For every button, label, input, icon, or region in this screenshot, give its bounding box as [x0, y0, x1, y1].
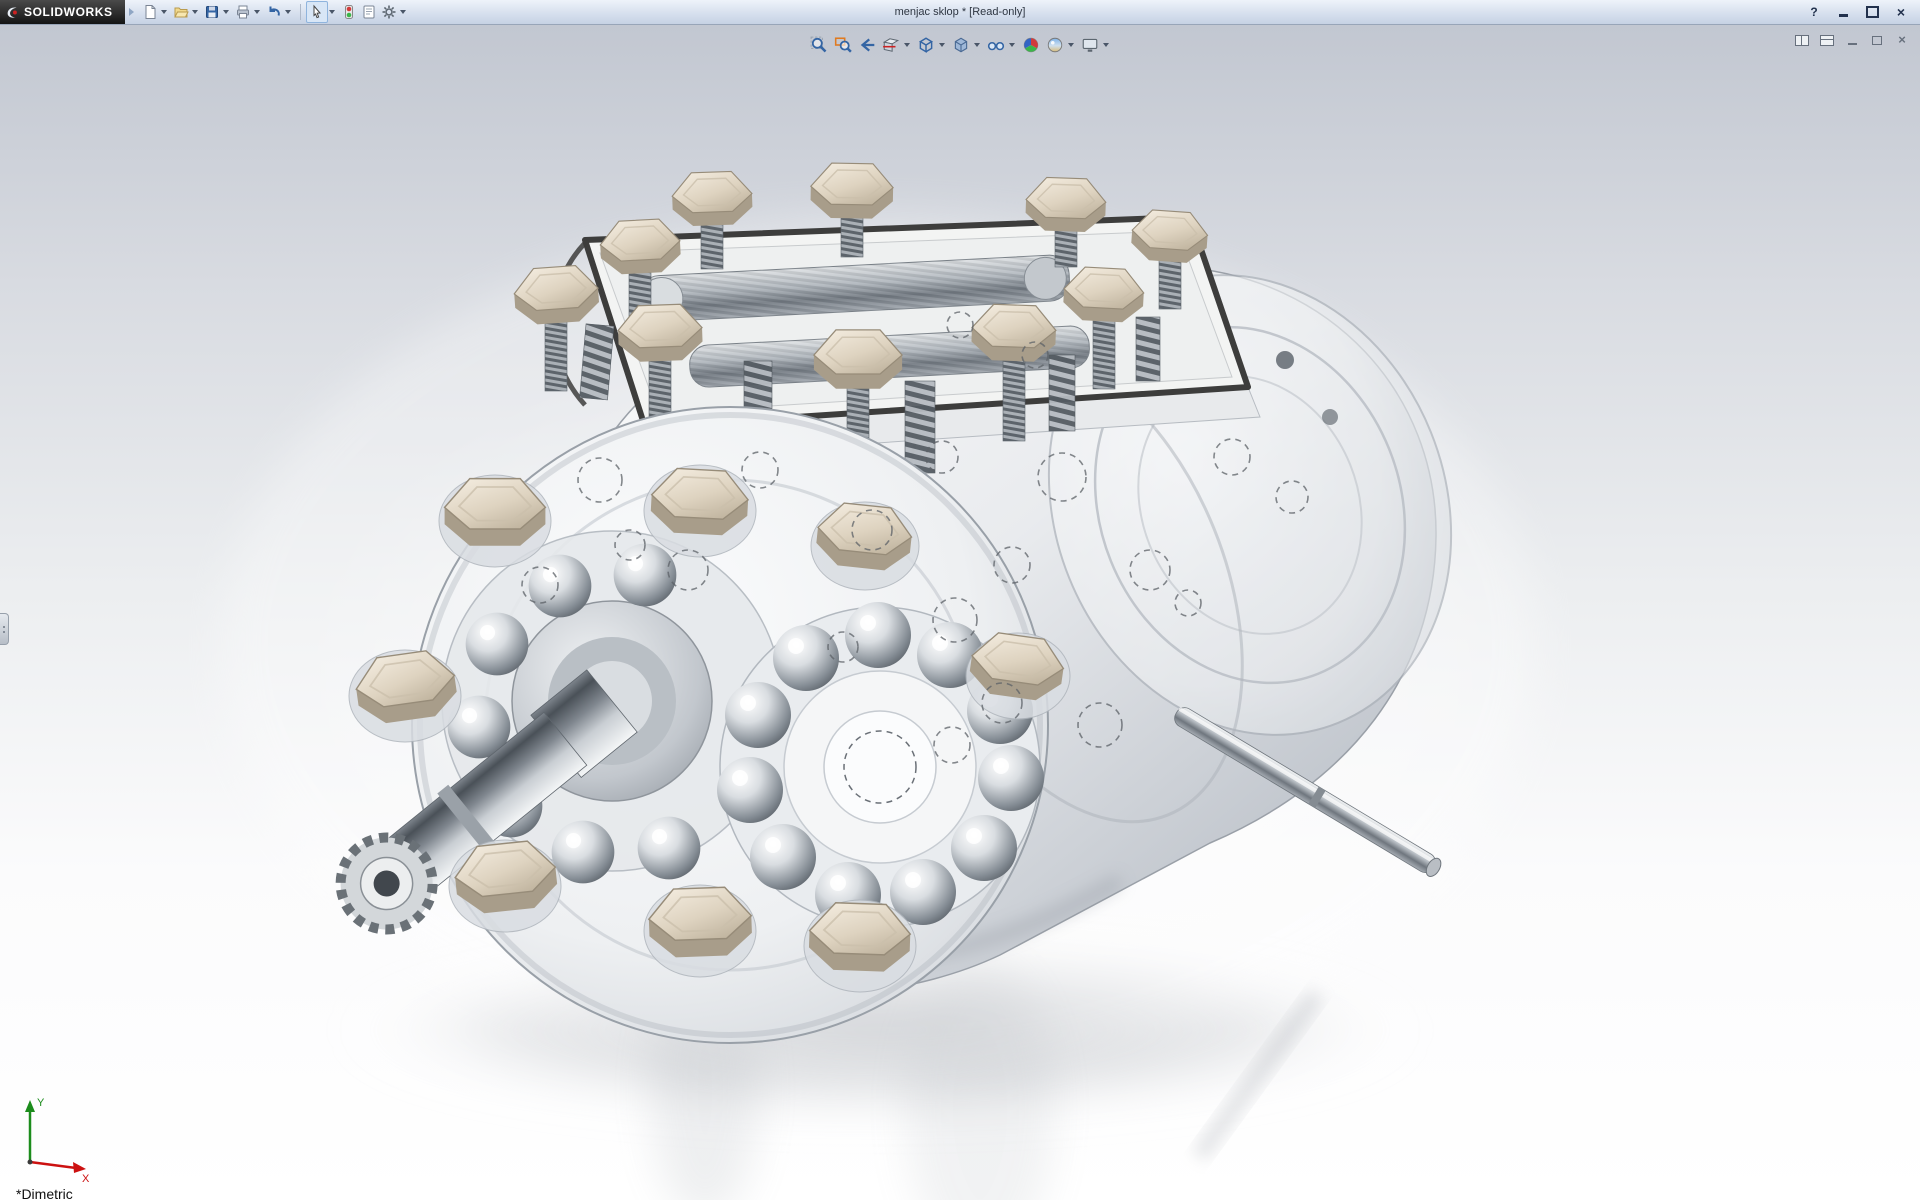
- apply-scene-ball-icon: [1046, 36, 1064, 54]
- undo-button[interactable]: [264, 2, 284, 22]
- restore-icon: [1866, 6, 1879, 18]
- select-cursor-icon: [309, 4, 325, 20]
- undo-icon: [266, 4, 282, 20]
- options-gear-icon: [381, 4, 397, 20]
- tile-vertically-button[interactable]: [1794, 33, 1810, 47]
- solidworks-logo-icon: [6, 6, 19, 19]
- menu-expand-icon[interactable]: [129, 8, 134, 16]
- close-icon: ×: [1897, 5, 1905, 19]
- zoom-to-area-button[interactable]: [831, 34, 855, 56]
- tile-horizontally-button[interactable]: [1819, 33, 1835, 47]
- minimize-document-button[interactable]: [1844, 33, 1860, 47]
- options-dropdown[interactable]: [400, 10, 406, 14]
- open-document-icon: [173, 4, 189, 20]
- edit-appearance-button[interactable]: [1019, 34, 1043, 56]
- select-tool-button[interactable]: [306, 1, 328, 23]
- view-settings-dropdown[interactable]: [1103, 43, 1109, 47]
- apply-scene-button[interactable]: [1043, 34, 1067, 56]
- rebuild-button[interactable]: [339, 2, 359, 22]
- save-dropdown[interactable]: [223, 10, 229, 14]
- triad-y-label: Y: [37, 1097, 45, 1109]
- display-style-button[interactable]: [949, 34, 973, 56]
- zoom-to-fit-icon: [810, 36, 828, 54]
- file-properties-button[interactable]: [359, 2, 379, 22]
- document-window-controls: ×: [1794, 33, 1910, 47]
- undo-dropdown[interactable]: [285, 10, 291, 14]
- window-title: menjac sklop * [Read-only]: [895, 0, 1026, 24]
- select-tool-dropdown[interactable]: [329, 10, 335, 14]
- section-view-dropdown[interactable]: [904, 43, 910, 47]
- minimize-icon: [1839, 14, 1848, 17]
- triad-x-label: X: [82, 1173, 90, 1184]
- toolbar-separator: [300, 4, 301, 20]
- app-window: SOLIDWORKS: [0, 0, 1920, 1200]
- print-button[interactable]: [233, 2, 253, 22]
- window-caption-buttons: ? ×: [1801, 4, 1920, 21]
- hide-show-glasses-icon: [987, 36, 1005, 54]
- zoom-to-area-icon: [834, 36, 852, 54]
- rebuild-icon: [341, 4, 357, 20]
- new-document-button[interactable]: [140, 2, 160, 22]
- brand-name: SOLIDWORKS: [24, 5, 113, 19]
- title-bar: SOLIDWORKS: [0, 0, 1920, 25]
- previous-view-button[interactable]: [855, 34, 879, 56]
- minimize-button[interactable]: [1830, 4, 1856, 21]
- close-button[interactable]: ×: [1888, 4, 1914, 21]
- restore-document-button[interactable]: [1869, 33, 1885, 47]
- hide-show-items-button[interactable]: [984, 34, 1008, 56]
- 3d-viewport[interactable]: × Y X *Dimetric: [0, 25, 1920, 1200]
- file-properties-icon: [361, 4, 377, 20]
- main-toolbar: [140, 0, 410, 24]
- zoom-to-fit-button[interactable]: [807, 34, 831, 56]
- view-settings-icon: [1081, 36, 1099, 54]
- help-button[interactable]: ?: [1801, 4, 1827, 21]
- display-style-dropdown[interactable]: [974, 43, 980, 47]
- display-style-cube-icon: [952, 36, 970, 54]
- print-dropdown[interactable]: [254, 10, 260, 14]
- 3d-model-canvas[interactable]: [0, 25, 1920, 1200]
- save-icon: [204, 4, 220, 20]
- tile-horizontally-icon: [1820, 35, 1834, 46]
- view-orientation-button[interactable]: [914, 34, 938, 56]
- section-view-button[interactable]: [879, 34, 903, 56]
- previous-view-icon: [858, 36, 876, 54]
- open-document-button[interactable]: [171, 2, 191, 22]
- new-document-dropdown[interactable]: [161, 10, 167, 14]
- view-orientation-label: *Dimetric: [16, 1186, 73, 1200]
- apply-scene-dropdown[interactable]: [1068, 43, 1074, 47]
- heads-up-view-toolbar: [807, 34, 1113, 56]
- section-view-icon: [882, 36, 900, 54]
- view-orientation-dropdown[interactable]: [939, 43, 945, 47]
- edit-appearance-ball-icon: [1022, 36, 1040, 54]
- hide-show-items-dropdown[interactable]: [1009, 43, 1015, 47]
- minimize-document-icon: [1848, 43, 1857, 45]
- restore-button[interactable]: [1859, 4, 1885, 21]
- close-document-icon: ×: [1898, 34, 1906, 46]
- open-document-dropdown[interactable]: [192, 10, 198, 14]
- print-icon: [235, 4, 251, 20]
- new-document-icon: [142, 4, 158, 20]
- view-settings-button[interactable]: [1078, 34, 1102, 56]
- solidworks-logo[interactable]: SOLIDWORKS: [0, 0, 125, 24]
- reference-triad: Y X: [10, 1088, 106, 1184]
- panel-splitter-handle[interactable]: [0, 613, 9, 645]
- options-button[interactable]: [379, 2, 399, 22]
- view-orientation-cube-icon: [917, 36, 935, 54]
- close-document-button[interactable]: ×: [1894, 33, 1910, 47]
- save-button[interactable]: [202, 2, 222, 22]
- restore-document-icon: [1872, 36, 1882, 45]
- tile-vertically-icon: [1795, 35, 1809, 46]
